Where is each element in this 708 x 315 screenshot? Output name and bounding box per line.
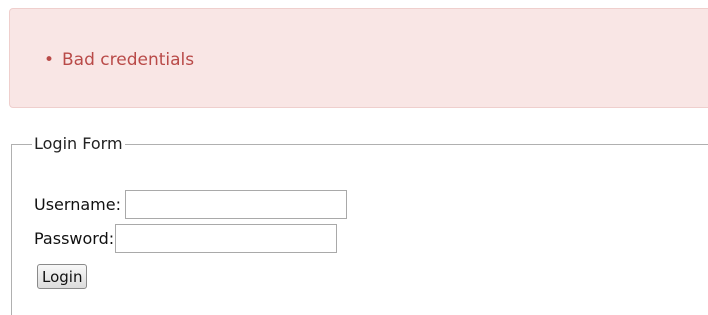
error-alert: • Bad credentials bbox=[9, 8, 708, 108]
username-label: Username: bbox=[34, 195, 121, 214]
login-button[interactable]: Login bbox=[37, 264, 88, 289]
password-input[interactable] bbox=[115, 224, 338, 253]
error-message: • Bad credentials bbox=[44, 50, 195, 70]
login-form-legend: Login Form bbox=[34, 134, 123, 153]
password-row: Password: bbox=[34, 224, 338, 253]
username-row: Username: bbox=[34, 190, 347, 219]
login-form: Login Form Username: Password: Login bbox=[11, 135, 708, 315]
username-input[interactable] bbox=[124, 190, 347, 219]
error-list: • Bad credentials bbox=[44, 50, 195, 70]
password-label: Password: bbox=[34, 229, 115, 248]
bullet-icon: • bbox=[44, 50, 55, 70]
error-message-text: Bad credentials bbox=[62, 50, 195, 70]
